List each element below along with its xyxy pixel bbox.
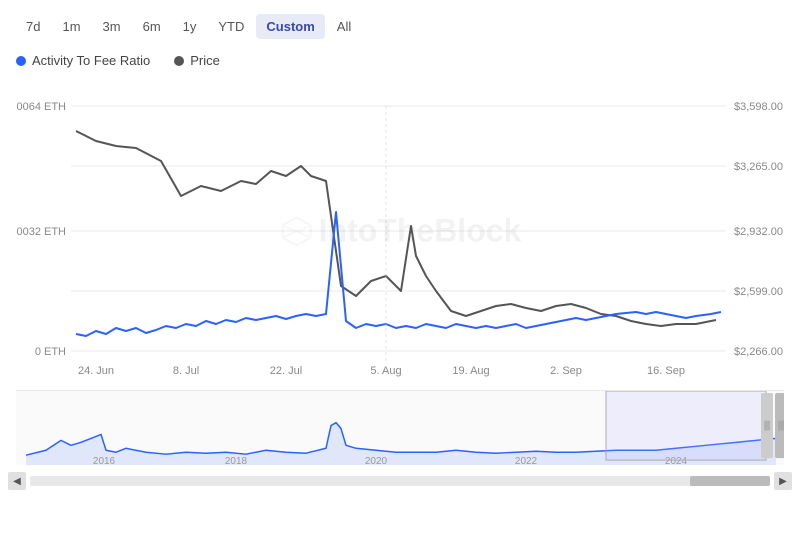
main-chart: IntoTheBlock 0.0064 ETH 0.0032 ETH 0 ETH… xyxy=(16,76,784,386)
mini-chart: 2016 2018 2020 2022 2024 xyxy=(16,390,784,470)
time-btn-3m[interactable]: 3m xyxy=(93,14,131,39)
legend-dot-blue xyxy=(16,56,26,66)
svg-text:$2,932.00: $2,932.00 xyxy=(734,226,783,238)
time-btn-all[interactable]: All xyxy=(327,14,361,39)
time-btn-custom[interactable]: Custom xyxy=(256,14,324,39)
svg-text:$2,266.00: $2,266.00 xyxy=(734,346,783,358)
svg-text:0.0032 ETH: 0.0032 ETH xyxy=(16,226,66,238)
time-btn-1m[interactable]: 1m xyxy=(52,14,90,39)
time-btn-6m[interactable]: 6m xyxy=(133,14,171,39)
svg-text:2016: 2016 xyxy=(93,456,116,467)
svg-text:$3,598.00: $3,598.00 xyxy=(734,101,783,113)
svg-text:2022: 2022 xyxy=(515,456,538,467)
svg-text:19. Aug: 19. Aug xyxy=(452,365,489,377)
legend-label-price: Price xyxy=(190,53,220,68)
mini-chart-svg: 2016 2018 2020 2022 2024 xyxy=(16,391,784,470)
main-chart-svg: 0.0064 ETH 0.0032 ETH 0 ETH $3,598.00 $3… xyxy=(16,76,784,386)
svg-text:$2,599.00: $2,599.00 xyxy=(734,286,783,298)
scroll-thumb[interactable] xyxy=(690,476,770,486)
svg-text:$3,265.00: $3,265.00 xyxy=(734,161,783,173)
scroll-right-button[interactable]: ▶ xyxy=(774,472,792,490)
svg-text:2018: 2018 xyxy=(225,456,248,467)
legend-item-activity: Activity To Fee Ratio xyxy=(16,53,150,68)
svg-text:16. Sep: 16. Sep xyxy=(647,365,685,377)
svg-text:24. Jun: 24. Jun xyxy=(78,365,114,377)
legend-label-activity: Activity To Fee Ratio xyxy=(32,53,150,68)
legend-item-price: Price xyxy=(174,53,220,68)
svg-text:2020: 2020 xyxy=(365,456,388,467)
time-range-bar: 7d1m3m6m1yYTDCustomAll xyxy=(0,0,800,49)
scroll-left-button[interactable]: ◀ xyxy=(8,472,26,490)
svg-text:0.0064 ETH: 0.0064 ETH xyxy=(16,101,66,113)
legend-dot-dark xyxy=(174,56,184,66)
svg-text:2. Sep: 2. Sep xyxy=(550,365,582,377)
time-btn-ytd[interactable]: YTD xyxy=(208,14,254,39)
time-btn-1y[interactable]: 1y xyxy=(173,14,207,39)
bottom-bar: ◀ ▶ xyxy=(0,470,800,492)
svg-text:5. Aug: 5. Aug xyxy=(370,365,401,377)
svg-text:22. Jul: 22. Jul xyxy=(270,365,302,377)
scroll-track[interactable] xyxy=(30,476,770,486)
svg-text:8. Jul: 8. Jul xyxy=(173,365,199,377)
main-container: 7d1m3m6m1yYTDCustomAll Activity To Fee R… xyxy=(0,0,800,533)
legend: Activity To Fee Ratio Price xyxy=(0,49,800,76)
time-btn-7d[interactable]: 7d xyxy=(16,14,50,39)
svg-text:0 ETH: 0 ETH xyxy=(35,346,66,358)
